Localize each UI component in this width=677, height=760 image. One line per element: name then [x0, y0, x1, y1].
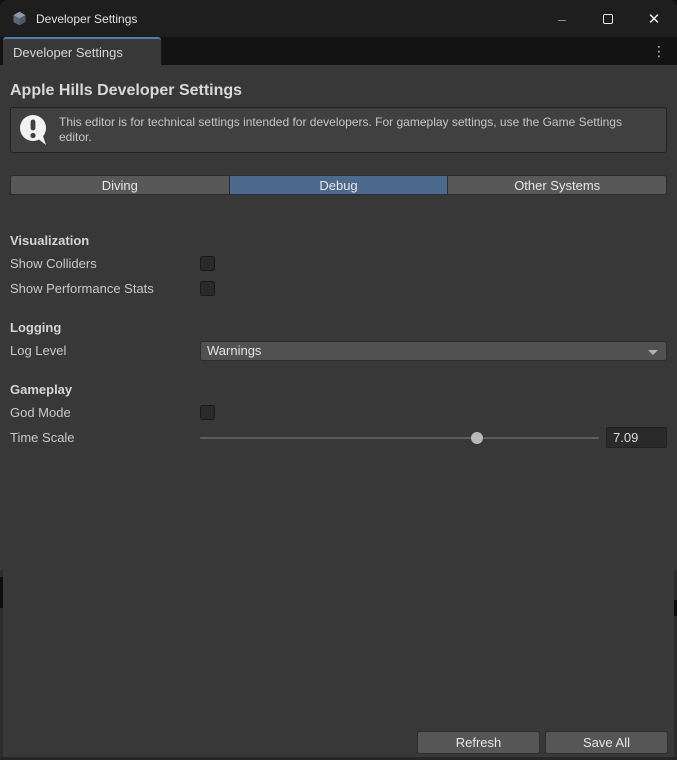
unity-app-icon	[11, 10, 28, 27]
page-title: Apple Hills Developer Settings	[10, 65, 667, 100]
footer-actions: Refresh Save All	[417, 731, 668, 754]
minimize-button[interactable]: –	[539, 0, 585, 37]
titlebar: Developer Settings – ✕	[0, 0, 677, 37]
tab-developer-settings[interactable]: Developer Settings	[3, 37, 161, 65]
category-toolbar: Diving Debug Other Systems	[10, 175, 667, 195]
chevron-down-icon	[648, 350, 658, 355]
maximize-button[interactable]	[585, 0, 631, 37]
info-help-box: This editor is for technical settings in…	[10, 107, 667, 153]
window-left-edge	[0, 570, 3, 757]
time-scale-value-field[interactable]: 7.09	[606, 427, 667, 448]
save-all-button[interactable]: Save All	[545, 731, 668, 754]
show-colliders-label: Show Colliders	[10, 256, 200, 271]
developer-settings-window: Developer Settings – ✕ Developer Setting…	[0, 0, 677, 760]
editor-tab-strip: Developer Settings ⋮	[0, 37, 677, 65]
tab-other-systems[interactable]: Other Systems	[448, 175, 667, 195]
exclamation-bubble-icon	[18, 114, 50, 146]
kebab-menu-icon[interactable]: ⋮	[647, 40, 671, 62]
row-log-level: Log Level Warnings	[10, 338, 667, 363]
maximize-icon	[603, 14, 613, 24]
info-help-text: This editor is for technical settings in…	[59, 115, 656, 145]
row-show-colliders: Show Colliders	[10, 251, 667, 276]
time-scale-slider[interactable]	[200, 431, 599, 445]
god-mode-checkbox[interactable]	[200, 405, 215, 420]
show-performance-stats-checkbox[interactable]	[200, 281, 215, 296]
row-god-mode: God Mode	[10, 400, 667, 425]
section-title-gameplay: Gameplay	[10, 379, 667, 400]
window-title: Developer Settings	[36, 12, 539, 26]
tab-diving[interactable]: Diving	[10, 175, 230, 195]
time-scale-thumb[interactable]	[471, 432, 483, 444]
tab-debug[interactable]: Debug	[230, 175, 449, 195]
slider-track[interactable]	[200, 437, 599, 439]
close-button[interactable]: ✕	[631, 0, 677, 37]
time-scale-label: Time Scale	[10, 430, 200, 445]
row-time-scale: Time Scale 7.09	[10, 425, 667, 450]
section-title-logging: Logging	[10, 317, 667, 338]
row-show-performance-stats: Show Performance Stats	[10, 276, 667, 301]
show-performance-stats-label: Show Performance Stats	[10, 281, 200, 296]
dock-separator	[0, 577, 3, 608]
log-level-value: Warnings	[207, 343, 261, 358]
section-title-visualization: Visualization	[10, 230, 667, 251]
show-colliders-checkbox[interactable]	[200, 256, 215, 271]
log-level-label: Log Level	[10, 343, 200, 358]
settings-content: Apple Hills Developer Settings This edit…	[0, 65, 677, 760]
log-level-dropdown[interactable]: Warnings	[200, 341, 667, 361]
god-mode-label: God Mode	[10, 405, 200, 420]
window-controls: – ✕	[539, 0, 677, 37]
refresh-button[interactable]: Refresh	[417, 731, 540, 754]
